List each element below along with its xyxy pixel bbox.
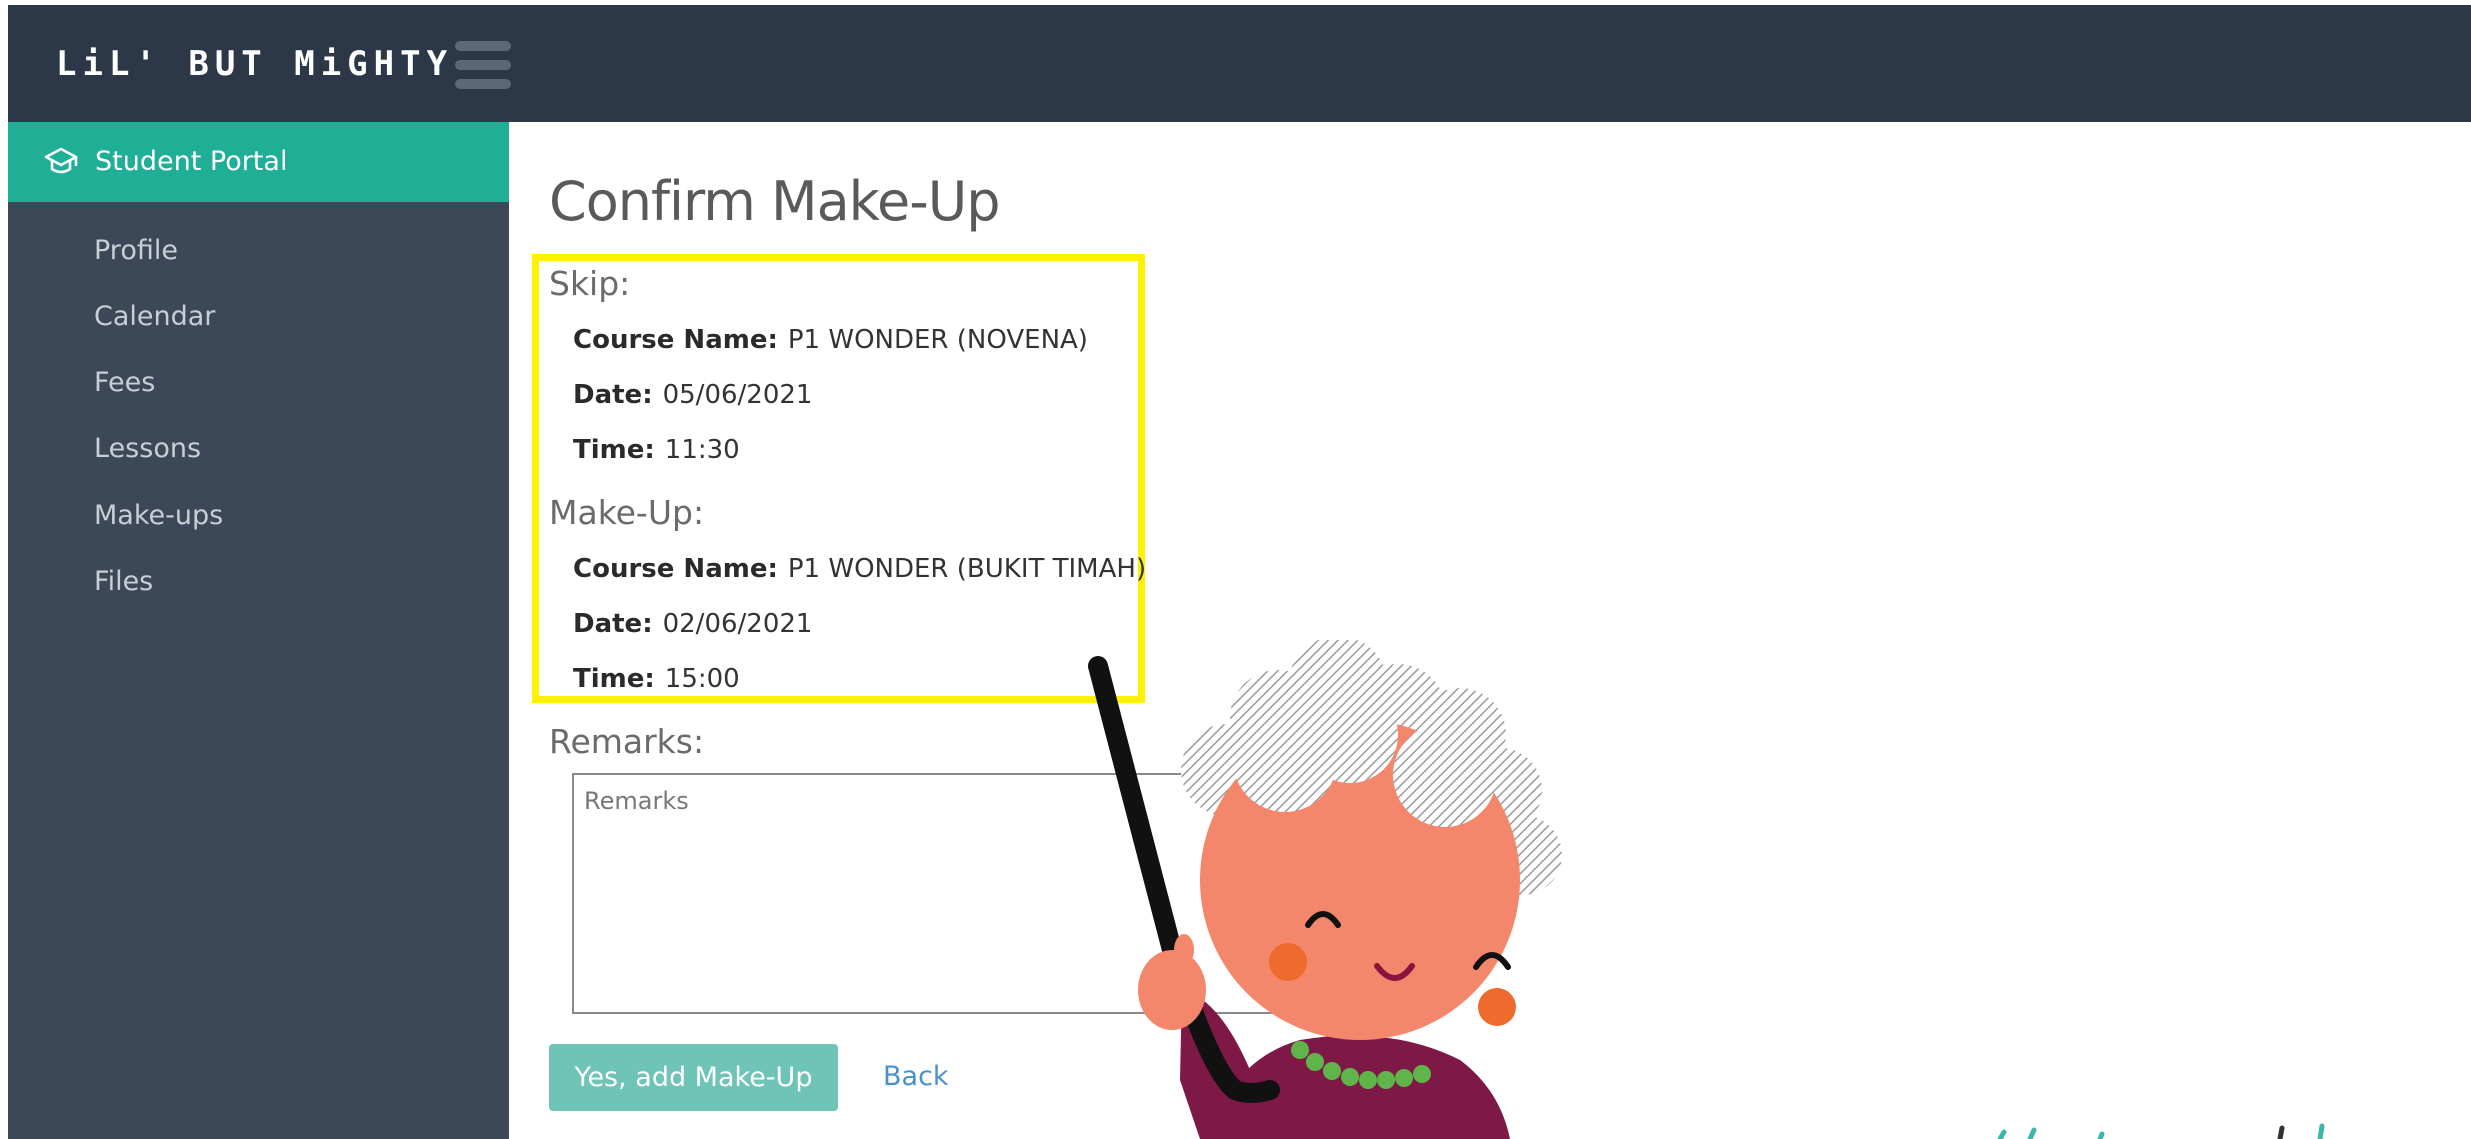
- confirm-makeup-button[interactable]: Yes, add Make-Up: [549, 1044, 838, 1111]
- window-edge: [0, 0, 8, 1139]
- page-title: Confirm Make-Up: [549, 170, 1001, 233]
- skip-date-row: Date: 05/06/2021: [573, 377, 812, 413]
- back-link[interactable]: Back: [883, 1059, 949, 1095]
- makeup-date-value: 02/06/2021: [662, 609, 813, 639]
- makeup-time-value: 15:00: [664, 664, 740, 694]
- brand-logo[interactable]: LiL' BUT MiGHTY: [56, 41, 453, 87]
- field-label: Time:: [573, 664, 655, 694]
- graduation-cap-icon: [44, 147, 78, 174]
- partial-logo: [1997, 1123, 2325, 1139]
- sidebar: Student Portal Profile Calendar Fees Les…: [8, 122, 509, 1139]
- field-label: Date:: [573, 380, 653, 410]
- makeup-course-value: P1 WONDER (BUKIT TIMAH): [787, 554, 1147, 584]
- sidebar-item-make-ups[interactable]: Make-ups: [94, 496, 223, 536]
- field-label: Course Name:: [573, 554, 778, 584]
- field-label: Course Name:: [573, 325, 778, 355]
- sidebar-item-fees[interactable]: Fees: [94, 363, 155, 403]
- makeup-heading: Make-Up:: [549, 493, 705, 532]
- skip-time-value: 11:30: [664, 435, 740, 465]
- hamburger-menu-icon[interactable]: [455, 41, 511, 89]
- skip-time-row: Time: 11:30: [573, 432, 740, 468]
- sidebar-item-student-portal[interactable]: Student Portal: [8, 122, 509, 202]
- skip-course-row: Course Name: P1 WONDER (NOVENA): [573, 322, 1088, 358]
- sidebar-item-calendar[interactable]: Calendar: [94, 297, 215, 337]
- skip-course-value: P1 WONDER (NOVENA): [787, 325, 1088, 355]
- makeup-course-row: Course Name: P1 WONDER (BUKIT TIMAH): [573, 551, 1146, 587]
- sidebar-item-files[interactable]: Files: [94, 562, 153, 602]
- skip-heading: Skip:: [549, 264, 631, 303]
- makeup-date-row: Date: 02/06/2021: [573, 606, 812, 642]
- teacher-illustration: [1088, 640, 1562, 1139]
- field-label: Date:: [573, 609, 653, 639]
- sidebar-item-profile[interactable]: Profile: [94, 231, 178, 271]
- sidebar-item-lessons[interactable]: Lessons: [94, 429, 201, 469]
- field-label: Time:: [573, 435, 655, 465]
- sidebar-item-label: Student Portal: [95, 146, 288, 177]
- makeup-time-row: Time: 15:00: [573, 661, 740, 697]
- skip-date-value: 05/06/2021: [662, 380, 813, 410]
- top-navbar: LiL' BUT MiGHTY: [8, 5, 2471, 122]
- remarks-label: Remarks:: [549, 722, 705, 761]
